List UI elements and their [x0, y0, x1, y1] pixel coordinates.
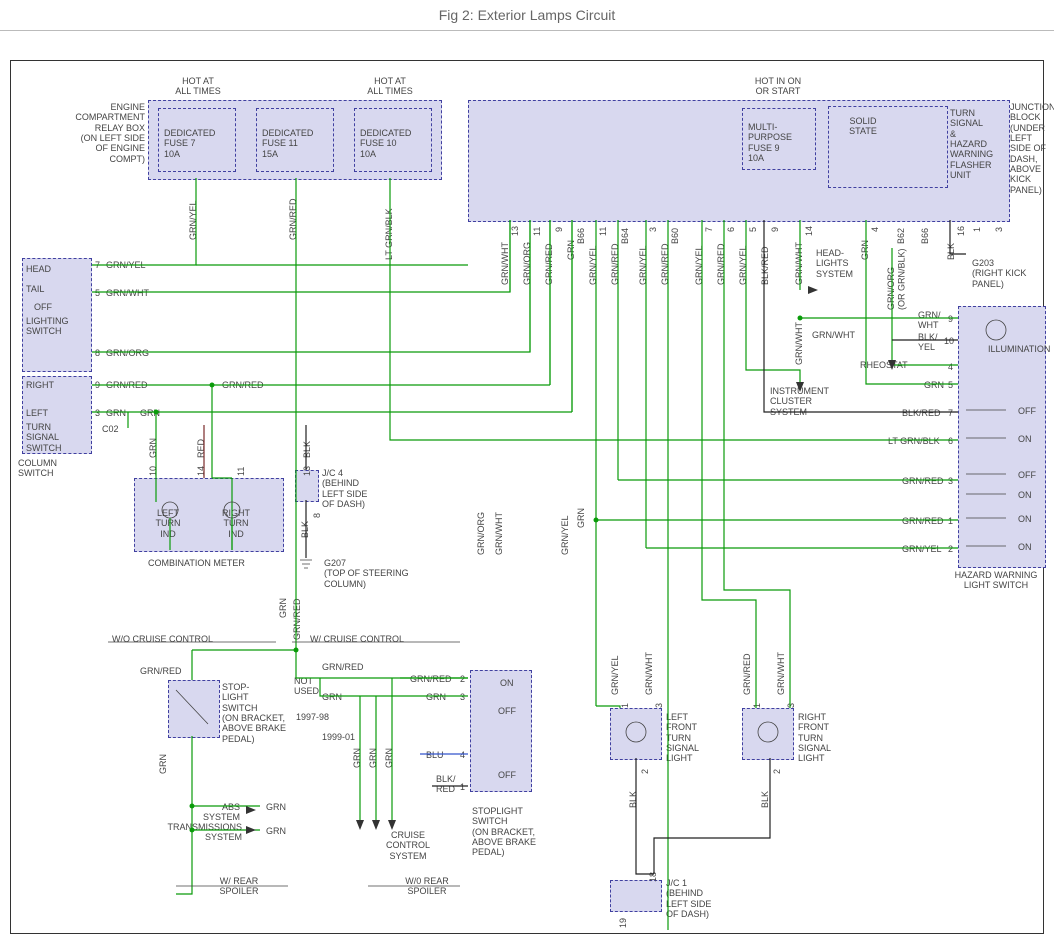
wiring-svg: [0, 30, 1054, 944]
diagram-canvas: ENGINE COMPARTMENT RELAY BOX (ON LEFT SI…: [0, 30, 1054, 944]
wiring-diagram-page: Fig 2: Exterior Lamps Circuit: [0, 0, 1054, 944]
figure-title: Fig 2: Exterior Lamps Circuit: [0, 0, 1054, 31]
